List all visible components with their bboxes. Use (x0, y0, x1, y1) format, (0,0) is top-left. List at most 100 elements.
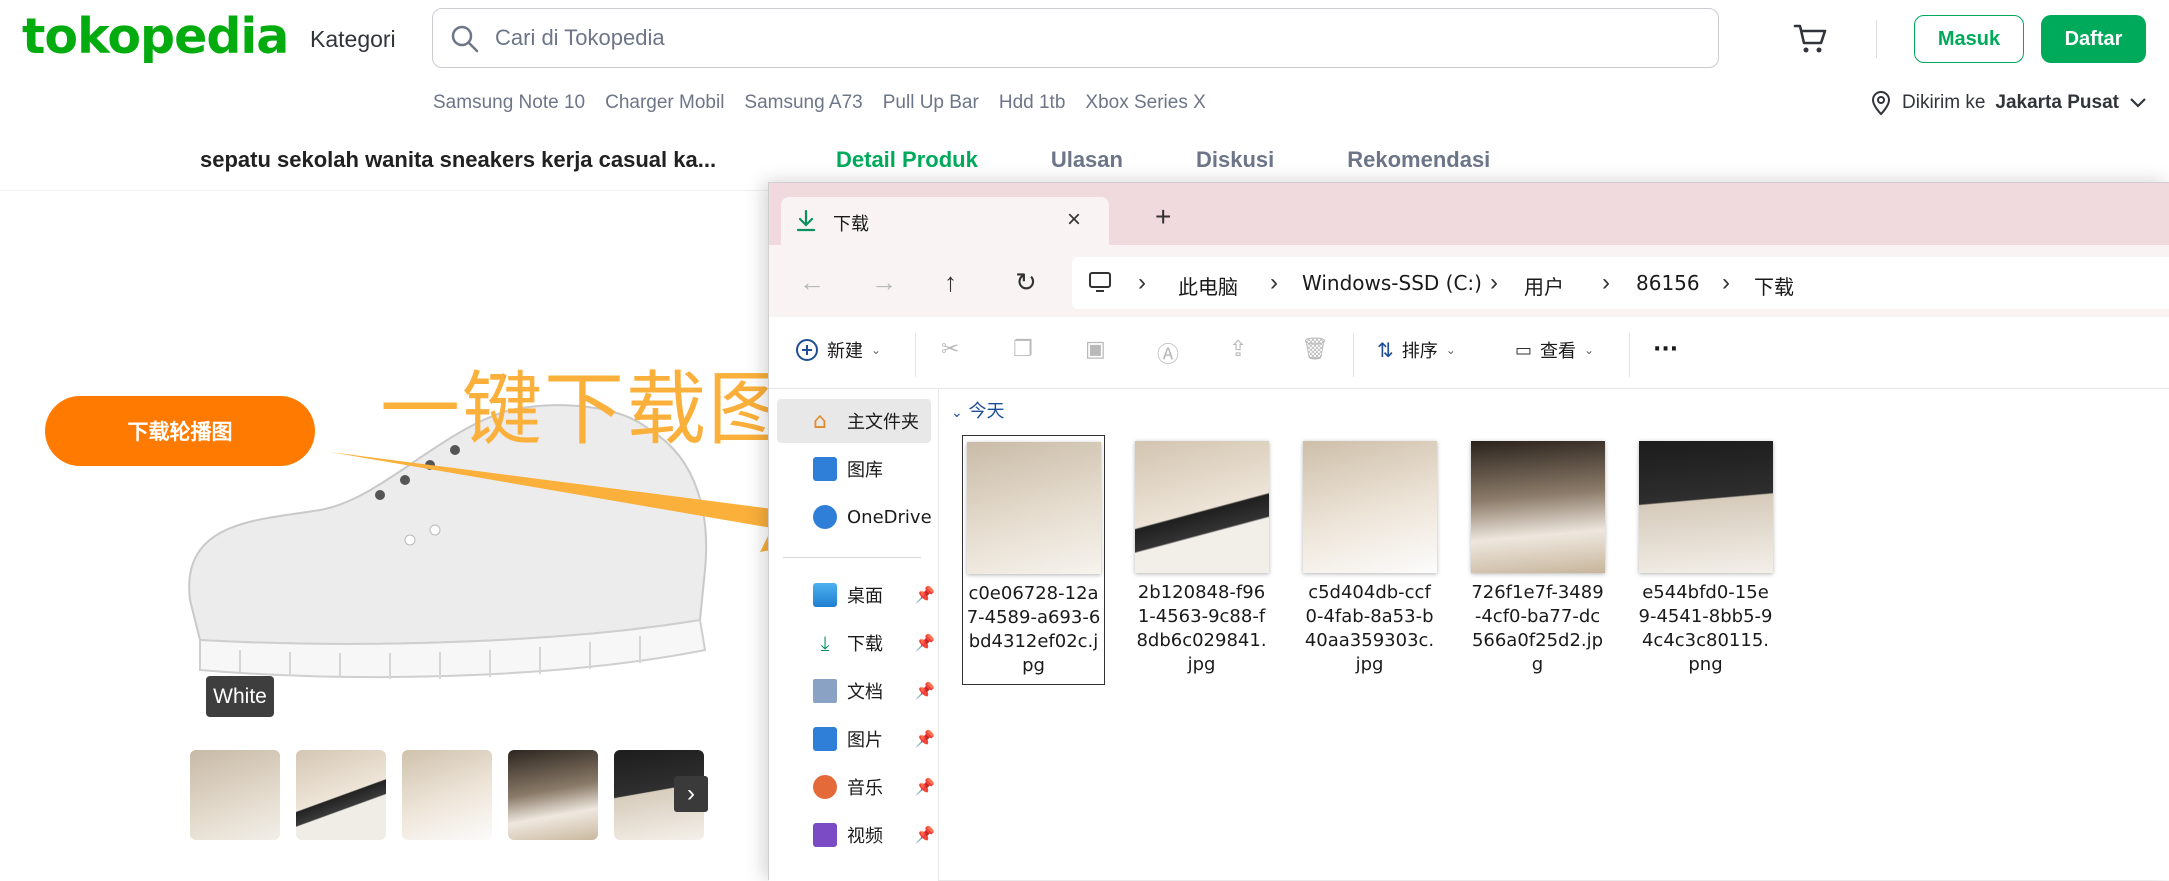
pin-icon[interactable]: 📌 (915, 825, 935, 845)
tab-diskusi[interactable]: Diskusi (1196, 147, 1274, 173)
product-tabs: Detail Produk Ulasan Diskusi Rekomendasi (836, 147, 1490, 173)
pin-icon[interactable]: 📌 (915, 633, 935, 653)
sidebar-item-home[interactable]: ⌂ 主文件夹 (813, 401, 919, 441)
breadcrumb-item[interactable]: 下载 (1754, 271, 1794, 300)
quick-link[interactable]: Samsung Note 10 (433, 92, 585, 114)
quick-link[interactable]: Samsung A73 (744, 92, 862, 114)
file-thumbnail (966, 442, 1101, 574)
location-city: Jakarta Pusat (1995, 92, 2119, 113)
refresh-icon[interactable]: ↻ (1015, 267, 1037, 298)
file-name: 726f1e7f-3489-4cf0-ba77-dc566a0f25d2.jpg (1471, 582, 1604, 675)
sidebar-item-music[interactable]: 音乐 (813, 767, 883, 807)
onedrive-icon (813, 505, 837, 529)
sidebar-item-label: 视频 (847, 826, 883, 847)
breadcrumb-item[interactable]: 86156 (1636, 271, 1700, 295)
file-name: e544bfd0-15e9-4541-8bb5-94c4c3c80115.png (1638, 582, 1773, 675)
sidebar-item-documents[interactable]: 文档 (813, 671, 883, 711)
shipping-location[interactable]: Dikirim ke Jakarta Pusat (1870, 90, 2147, 116)
file-thumbnail (1302, 441, 1437, 573)
breadcrumb-item[interactable]: 此电脑 (1178, 271, 1238, 300)
tokopedia-logo[interactable]: tokopedia (22, 8, 289, 65)
search-input[interactable] (495, 19, 1675, 57)
delete-icon[interactable]: 🗑 (1301, 337, 1329, 362)
back-icon[interactable]: ← (799, 267, 825, 298)
paste-icon[interactable]: ▣ (1085, 337, 1106, 362)
sidebar-item-desktop[interactable]: 桌面 (813, 575, 883, 615)
file-name: c0e06728-12a7-4589-a693-6bd4312ef02c.jpg (966, 583, 1101, 676)
sort-button[interactable]: ⇅ 排序 ⌄ (1377, 337, 1456, 363)
sort-icon: ⇅ (1377, 338, 1394, 362)
explorer-toolbar: 新建 ⌄ ✂ ❐ ▣ Ⓐ ⇪ 🗑 ⇅ 排序 ⌄ ▭ 查看 ⌄ ··· (769, 317, 2169, 389)
sidebar-item-onedrive[interactable]: OneDrive (813, 497, 932, 537)
close-tab-icon[interactable]: × (1067, 206, 1081, 234)
sidebar-item-downloads[interactable]: ⤓ 下载 (813, 623, 883, 663)
music-icon (813, 775, 837, 799)
forward-icon[interactable]: → (871, 267, 897, 298)
group-header-today[interactable]: ⌄ 今天 (951, 397, 1004, 423)
kategori-menu[interactable]: Kategori (310, 26, 396, 53)
thumbnail-next-button[interactable]: › (674, 776, 708, 812)
file-item[interactable]: c5d404db-ccf0-4fab-8a53-b40aa359303c.jpg (1298, 435, 1441, 685)
chevron-down-icon: ⌄ (1584, 343, 1595, 357)
toolbar-separator (915, 333, 916, 377)
quick-link[interactable]: Hdd 1tb (999, 92, 1066, 114)
login-button[interactable]: Masuk (1914, 15, 2024, 63)
tab-rekomendasi[interactable]: Rekomendasi (1347, 147, 1490, 173)
up-icon[interactable]: ↑ (944, 267, 957, 298)
videos-icon (813, 823, 837, 847)
pin-icon[interactable]: 📌 (915, 585, 935, 605)
sidebar-item-label: 文档 (847, 682, 883, 703)
new-tab-icon[interactable]: + (1155, 201, 1171, 233)
breadcrumb-chevron-icon: › (1270, 269, 1278, 296)
quick-link[interactable]: Xbox Series X (1085, 92, 1205, 114)
quick-link[interactable]: Pull Up Bar (883, 92, 979, 114)
file-thumbnail (1134, 441, 1269, 573)
breadcrumb-chevron-icon: › (1722, 269, 1730, 296)
quick-search-links: Samsung Note 10 Charger Mobil Samsung A7… (433, 92, 1206, 114)
quick-link[interactable]: Charger Mobil (605, 92, 724, 114)
cart-icon[interactable] (1792, 20, 1828, 56)
pin-icon[interactable]: 📌 (915, 777, 935, 797)
chevron-down-icon: ⌄ (951, 405, 963, 421)
home-icon: ⌂ (813, 409, 827, 434)
product-thumbnail[interactable] (296, 750, 386, 840)
search-bar[interactable] (432, 8, 1719, 68)
cut-icon[interactable]: ✂ (941, 337, 959, 362)
file-grid: c0e06728-12a7-4589-a693-6bd4312ef02c.jpg… (962, 435, 1777, 685)
tab-detail-produk[interactable]: Detail Produk (836, 147, 978, 173)
address-bar[interactable]: › 此电脑 › Windows-SSD (C:) › 用户 › 86156 › … (1072, 257, 2169, 309)
copy-icon[interactable]: ❐ (1013, 337, 1033, 362)
sidebar-item-label: 音乐 (847, 778, 883, 799)
sidebar-item-gallery[interactable]: 图库 (813, 449, 883, 489)
download-carousel-button[interactable]: 下载轮播图 (45, 396, 315, 466)
explorer-tab[interactable]: 下载 × (781, 197, 1109, 245)
explorer-sidebar: ⌂ 主文件夹 图库 OneDrive 桌面 📌 ⤓ 下载 📌 文档 📌 图片 📌… (769, 389, 939, 881)
register-button[interactable]: Daftar (2041, 15, 2146, 63)
new-button[interactable]: 新建 ⌄ (795, 337, 881, 363)
product-thumbnail[interactable] (508, 750, 598, 840)
sidebar-item-label: 主文件夹 (847, 412, 919, 433)
more-options-icon[interactable]: ··· (1653, 337, 1678, 362)
product-thumbnail[interactable] (190, 750, 280, 840)
pin-icon[interactable]: 📌 (915, 729, 935, 749)
breadcrumb-item[interactable]: Windows-SSD (C:) (1302, 271, 1482, 295)
plus-circle-icon (796, 339, 818, 361)
sidebar-item-pictures[interactable]: 图片 (813, 719, 883, 759)
product-thumbnail[interactable] (402, 750, 492, 840)
chevron-down-icon: ⌄ (871, 343, 882, 357)
file-item[interactable]: 2b120848-f961-4563-9c88-f8db6c029841.jpg (1130, 435, 1273, 685)
sidebar-item-videos[interactable]: 视频 (813, 815, 883, 855)
file-item[interactable]: c0e06728-12a7-4589-a693-6bd4312ef02c.jpg (962, 435, 1105, 685)
sidebar-item-label: 图片 (847, 730, 883, 751)
file-item[interactable]: 726f1e7f-3489-4cf0-ba77-dc566a0f25d2.jpg (1466, 435, 1609, 685)
breadcrumb-item[interactable]: 用户 (1524, 271, 1564, 300)
rename-icon[interactable]: Ⓐ (1157, 337, 1179, 369)
download-icon (796, 209, 816, 232)
file-thumbnail (1470, 441, 1605, 573)
view-button[interactable]: ▭ 查看 ⌄ (1515, 337, 1594, 363)
pin-icon[interactable]: 📌 (915, 681, 935, 701)
file-item[interactable]: e544bfd0-15e9-4541-8bb5-94c4c3c80115.png (1634, 435, 1777, 685)
thumbnail-strip (190, 750, 704, 840)
tab-ulasan[interactable]: Ulasan (1051, 147, 1123, 173)
share-icon[interactable]: ⇪ (1229, 337, 1247, 362)
